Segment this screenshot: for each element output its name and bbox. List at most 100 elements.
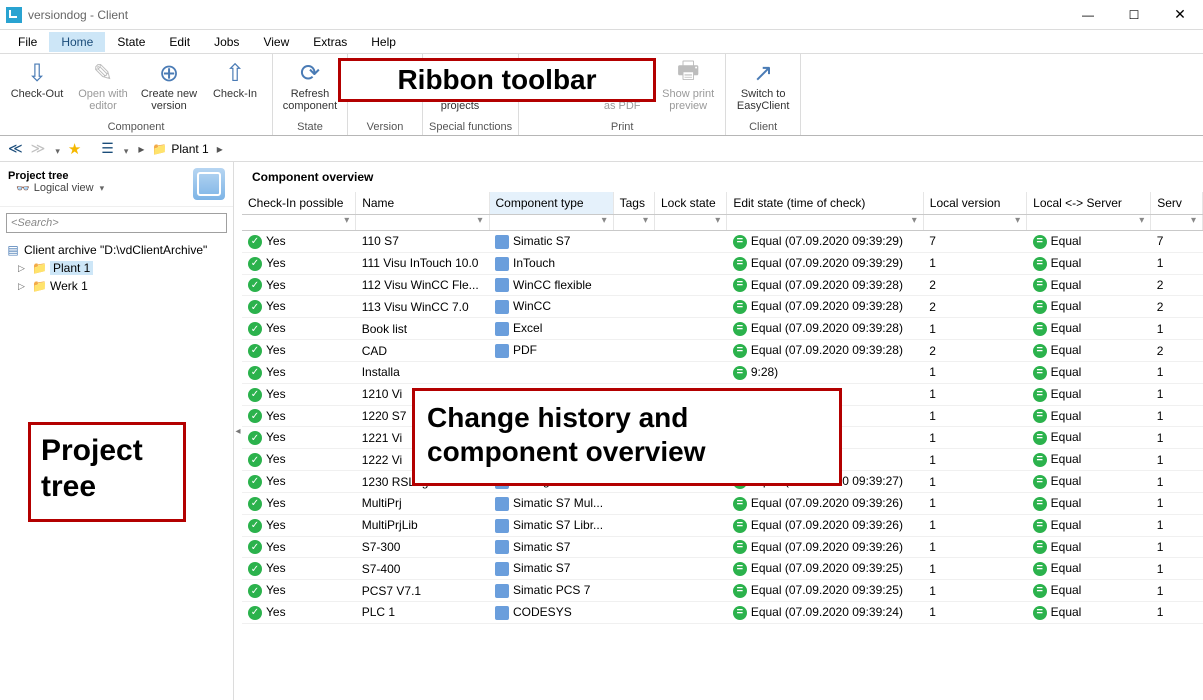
table-cell: 1 <box>1151 318 1203 340</box>
table-cell: Yes <box>242 318 356 340</box>
ribbon-btn-check-in[interactable]: ⇧Check-In <box>204 56 266 102</box>
tree-item[interactable]: ▷📁Werk 1 <box>4 277 229 295</box>
ribbon-btn-switch-to[interactable]: ↗Switch to EasyClient <box>732 56 794 114</box>
ok-icon <box>248 540 262 554</box>
table-row[interactable]: YesS7-300Simatic S7Equal (07.09.2020 09:… <box>242 536 1203 558</box>
col-filter[interactable]: ▾ <box>489 215 613 231</box>
table-cell: Equal <box>1027 361 1151 383</box>
ribbon-btn-label: Check-In <box>213 88 257 100</box>
ribbon-btn-create-new[interactable]: ⊕Create new version <box>138 56 200 114</box>
ribbon-btn-refresh[interactable]: ⟳Refresh component <box>279 56 341 114</box>
ribbon-btn-label: Show print preview <box>662 88 714 112</box>
col-filter[interactable]: ▾ <box>727 215 923 231</box>
table-row[interactable]: YesMultiPrjLibSimatic S7 Libr...Equal (0… <box>242 514 1203 536</box>
table-cell <box>613 252 654 274</box>
table-cell <box>654 274 726 296</box>
twisty-icon[interactable]: ▷ <box>18 281 28 292</box>
table-row[interactable]: YesCADPDFEqual (07.09.2020 09:39:28)2Equ… <box>242 340 1203 362</box>
col-header[interactable]: Local <-> Server <box>1027 192 1151 215</box>
menu-item-file[interactable]: File <box>6 32 49 52</box>
chevron-right-icon[interactable]: ▸ <box>213 142 227 156</box>
nav-back-icon[interactable]: ≪ <box>6 140 25 157</box>
col-filter[interactable]: ▾ <box>242 215 356 231</box>
menu-item-jobs[interactable]: Jobs <box>202 32 251 52</box>
equal-icon <box>733 300 747 314</box>
col-header[interactable]: Check-In possible <box>242 192 356 215</box>
table-row[interactable]: Yes110 S7Simatic S7Equal (07.09.2020 09:… <box>242 231 1203 253</box>
table-row[interactable]: YesPCS7 V7.1Simatic PCS 7Equal (07.09.20… <box>242 580 1203 602</box>
tree-archive-row[interactable]: ▤ Client archive "D:\vdClientArchive" <box>4 241 229 259</box>
table-row[interactable]: Yes113 Visu WinCC 7.0WinCCEqual (07.09.2… <box>242 296 1203 318</box>
maximize-button[interactable] <box>1111 0 1157 30</box>
app-icon <box>6 7 22 23</box>
col-header[interactable]: Edit state (time of check) <box>727 192 923 215</box>
table-row[interactable]: YesMultiPrjSimatic S7 Mul...Equal (07.09… <box>242 492 1203 514</box>
table-cell: 1 <box>923 449 1026 471</box>
table-cell <box>613 580 654 602</box>
table-cell: 1 <box>923 318 1026 340</box>
ok-icon <box>248 497 262 511</box>
col-filter[interactable]: ▾ <box>356 215 489 231</box>
menu-item-state[interactable]: State <box>105 32 157 52</box>
breadcrumb-item[interactable]: Plant 1 <box>171 142 208 156</box>
col-filter[interactable]: ▾ <box>1151 215 1203 231</box>
ok-icon <box>248 366 262 380</box>
menu-item-home[interactable]: Home <box>49 32 105 52</box>
table-cell: Excel <box>489 318 613 340</box>
col-header[interactable]: Tags <box>613 192 654 215</box>
table-row[interactable]: YesInstalla9:28)1Equal1 <box>242 361 1203 383</box>
menu-item-view[interactable]: View <box>251 32 301 52</box>
table-cell: Equal (07.09.2020 09:39:25) <box>727 580 923 602</box>
col-filter[interactable]: ▾ <box>613 215 654 231</box>
view-list-icon[interactable]: ☰ <box>99 140 116 157</box>
close-button[interactable] <box>1157 0 1203 30</box>
table-row[interactable]: YesPLC 1CODESYSEqual (07.09.2020 09:39:2… <box>242 602 1203 624</box>
equal-icon <box>1033 409 1047 423</box>
table-row[interactable]: YesS7-400Simatic S7Equal (07.09.2020 09:… <box>242 558 1203 580</box>
equal-icon <box>733 606 747 620</box>
menu-item-extras[interactable]: Extras <box>301 32 359 52</box>
col-filter[interactable]: ▾ <box>923 215 1026 231</box>
table-cell: 7 <box>923 231 1026 253</box>
ribbon-group-label: Client <box>732 120 794 135</box>
ribbon-btn-check-out[interactable]: ⇩Check-Out <box>6 56 68 102</box>
col-header[interactable]: Serv <box>1151 192 1203 215</box>
equal-icon <box>1033 475 1047 489</box>
nav-forward-icon[interactable]: ≫ <box>29 140 48 157</box>
col-header[interactable]: Name <box>356 192 489 215</box>
component-type-icon <box>495 278 509 292</box>
tree-view-mode[interactable]: 👓 Logical view <box>8 182 187 199</box>
menu-item-help[interactable]: Help <box>359 32 408 52</box>
table-cell: 1 <box>923 602 1026 624</box>
ok-icon <box>248 278 262 292</box>
table-row[interactable]: Yes111 Visu InTouch 10.0InTouchEqual (07… <box>242 252 1203 274</box>
table-cell <box>654 231 726 253</box>
splitter-handle[interactable]: ◂ <box>234 162 242 700</box>
menu-item-edit[interactable]: Edit <box>157 32 202 52</box>
col-header[interactable]: Lock state <box>654 192 726 215</box>
server-icon[interactable] <box>193 168 225 200</box>
nav-history-dropdown[interactable] <box>51 141 62 157</box>
tree-item[interactable]: ▷📁Plant 1 <box>4 259 229 277</box>
col-filter[interactable]: ▾ <box>654 215 726 231</box>
col-header[interactable]: Component type <box>489 192 613 215</box>
search-input[interactable]: <Search> <box>6 213 227 233</box>
table-row[interactable]: Yes112 Visu WinCC Fle...WinCC flexibleEq… <box>242 274 1203 296</box>
minimize-button[interactable] <box>1065 0 1111 30</box>
table-cell: 1 <box>1151 580 1203 602</box>
ribbon-group-label: Component <box>6 120 266 135</box>
table-cell: Equal (07.09.2020 09:39:26) <box>727 492 923 514</box>
col-filter[interactable]: ▾ <box>1027 215 1151 231</box>
table-cell: 2 <box>1151 340 1203 362</box>
table-cell: Equal <box>1027 580 1151 602</box>
table-row[interactable]: YesBook listExcelEqual (07.09.2020 09:39… <box>242 318 1203 340</box>
col-header[interactable]: Local version <box>923 192 1026 215</box>
favorite-icon[interactable]: ★ <box>66 140 83 158</box>
table-cell: Equal <box>1027 340 1151 362</box>
table-cell: PDF <box>489 340 613 362</box>
view-list-dropdown[interactable] <box>120 141 131 157</box>
twisty-icon[interactable]: ▷ <box>18 263 28 274</box>
table-cell <box>654 361 726 383</box>
table-cell: Equal <box>1027 252 1151 274</box>
table-cell: 1 <box>923 252 1026 274</box>
